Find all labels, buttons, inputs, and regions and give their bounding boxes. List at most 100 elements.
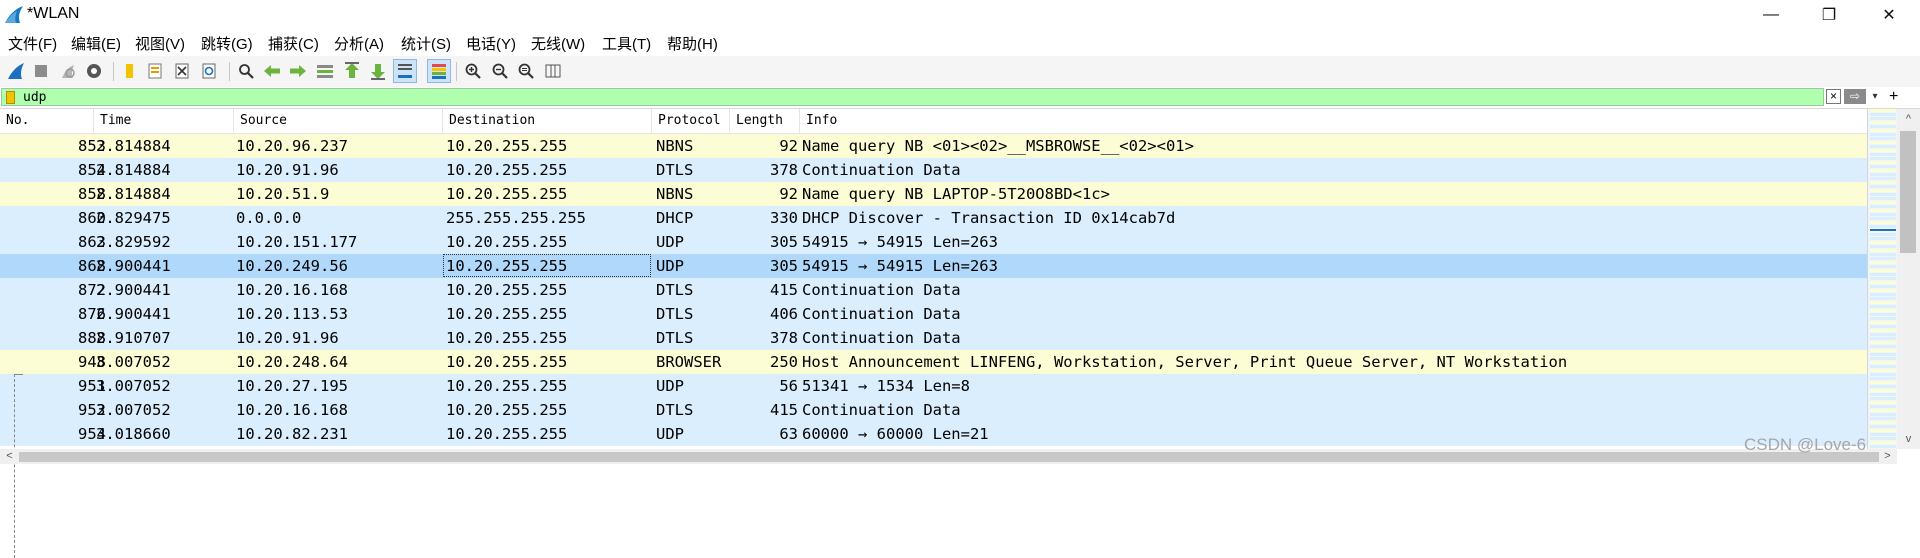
menu-file[interactable]: 文件(F)	[8, 33, 57, 54]
horizontal-scrollbar[interactable]: < >	[0, 449, 1897, 464]
packet-length: 56	[779, 377, 798, 395]
first-packet-icon	[345, 62, 359, 78]
autoscroll-button[interactable]	[393, 59, 417, 83]
menu-help[interactable]: 帮助(H)	[667, 33, 718, 54]
start-capture-button[interactable]	[4, 59, 28, 83]
table-row[interactable]: 858 2.814884 10.20.51.9 10.20.255.255 NBNS 92…	[0, 182, 1867, 206]
zoom-out-button[interactable]	[488, 59, 512, 83]
table-row[interactable]: 863 2.829592 10.20.151.177 10.20.255.255 UDP…	[0, 230, 1867, 254]
clear-filter-icon[interactable]: ×	[1826, 89, 1841, 104]
scroll-left-icon[interactable]: <	[2, 449, 17, 464]
add-filter-button-icon[interactable]: +	[1889, 87, 1898, 106]
normal-size-button[interactable]	[514, 59, 538, 83]
vertical-scrollbar[interactable]: ^ v	[1897, 109, 1920, 449]
table-row-selected[interactable]: 868 2.900441 10.20.249.56 10.20.255.255 UDP 3…	[0, 254, 1867, 278]
column-header-info[interactable]: Info	[800, 109, 1867, 133]
stop-capture-icon	[35, 65, 47, 77]
minimap-stripe	[1870, 261, 1896, 264]
display-filter-input[interactable]: udp	[1, 88, 1824, 106]
menu-telephony[interactable]: 电话(Y)	[466, 33, 516, 54]
minimap-stripe	[1870, 153, 1896, 156]
packet-protocol: NBNS	[656, 185, 694, 203]
go-to-packet-button[interactable]	[313, 59, 337, 83]
close-file-button[interactable]	[170, 59, 194, 83]
colorize-button[interactable]	[427, 59, 451, 83]
packet-no: 863	[78, 233, 106, 251]
capture-options-button[interactable]	[82, 59, 106, 83]
menu-wireless[interactable]: 无线(W)	[531, 33, 585, 54]
menu-analyze[interactable]: 分析(A)	[334, 33, 384, 54]
scroll-right-icon[interactable]: >	[1880, 449, 1895, 464]
minimap-stripe	[1870, 293, 1896, 296]
zoom-in-button[interactable]	[461, 59, 485, 83]
packet-list-minimap[interactable]	[1867, 109, 1898, 449]
go-forward-button[interactable]	[286, 59, 310, 83]
packet-info: Continuation Data	[802, 281, 961, 299]
menu-view[interactable]: 视图(V)	[135, 33, 185, 54]
column-header-protocol[interactable]: Protocol	[652, 109, 730, 133]
minimap-stripe	[1870, 421, 1896, 424]
table-row[interactable]: 853 2.814884 10.20.96.237 10.20.255.255 NBNS…	[0, 134, 1867, 158]
menu-go[interactable]: 跳转(G)	[201, 33, 253, 54]
save-file-button[interactable]	[143, 59, 167, 83]
first-packet-button[interactable]	[340, 59, 364, 83]
minimap-stripe	[1870, 145, 1896, 148]
column-header-destination[interactable]: Destination	[443, 109, 652, 133]
horizontal-scroll-thumb[interactable]	[19, 452, 1879, 462]
minimap-stripe	[1870, 141, 1896, 144]
go-back-button[interactable]	[260, 59, 284, 83]
packet-protocol: DTLS	[656, 305, 694, 323]
table-row[interactable]: 954 3.018660 10.20.82.231 10.20.255.255 UDP 6…	[0, 422, 1867, 446]
packet-source: 10.20.96.237	[236, 137, 348, 155]
packet-protocol: DTLS	[656, 329, 694, 347]
table-row[interactable]: 872 2.900441 10.20.16.168 10.20.255.255 DTLS…	[0, 278, 1867, 302]
reload-file-button[interactable]	[197, 59, 221, 83]
minimap-stripe	[1870, 233, 1896, 236]
table-row[interactable]: 951 3.007052 10.20.27.195 10.20.255.255 UDP 5…	[0, 374, 1867, 398]
restart-capture-button[interactable]	[56, 59, 80, 83]
minimap-stripe	[1870, 129, 1896, 132]
packet-info: Continuation Data	[802, 161, 961, 179]
table-row[interactable]: 888 2.910707 10.20.91.96 10.20.255.255 DTLS 3…	[0, 326, 1867, 350]
minimap-stripe	[1870, 205, 1896, 208]
table-row[interactable]: 948 3.007052 10.20.248.64 10.20.255.255 BROW…	[0, 350, 1867, 374]
menu-tools[interactable]: 工具(T)	[602, 33, 651, 54]
resize-columns-button[interactable]	[541, 59, 565, 83]
packet-time: 3.007052	[96, 377, 171, 395]
table-row[interactable]: 860 2.829475 0.0.0.0 255.255.255.255 DHCP 330…	[0, 206, 1867, 230]
last-packet-button[interactable]	[366, 59, 390, 83]
table-row[interactable]: 952 3.007052 10.20.16.168 10.20.255.255 DTLS…	[0, 398, 1867, 422]
menu-capture[interactable]: 捕获(C)	[268, 33, 319, 54]
scroll-up-icon[interactable]: ^	[1897, 109, 1920, 129]
filter-bookmark-icon[interactable]	[6, 91, 15, 104]
filter-history-dropdown-icon[interactable]: ▾	[1869, 89, 1881, 104]
column-header-source[interactable]: Source	[234, 109, 443, 133]
table-row[interactable]: 876 2.900441 10.20.113.53 10.20.255.255 DTLS…	[0, 302, 1867, 326]
table-row[interactable]: 854 2.814884 10.20.91.96 10.20.255.255 DTLS 3…	[0, 158, 1867, 182]
minimap-stripe	[1870, 445, 1896, 448]
window-title: *WLAN	[27, 5, 80, 22]
minimize-button[interactable]: —	[1742, 0, 1800, 29]
maximize-button[interactable]: ❐	[1800, 0, 1858, 29]
packet-protocol: UDP	[656, 257, 684, 275]
minimap-stripe	[1870, 365, 1896, 368]
find-packet-button[interactable]	[234, 59, 258, 83]
column-header-no[interactable]: No.	[0, 109, 94, 133]
packet-list[interactable]: No. Time Source Destination Protocol Len…	[0, 109, 1867, 558]
stop-capture-button[interactable]	[29, 59, 53, 83]
open-file-button[interactable]	[118, 59, 142, 83]
minimap-stripe	[1870, 329, 1896, 332]
zoom-in-icon	[465, 63, 481, 79]
find-packet-icon	[239, 64, 254, 79]
minimap-stripe	[1870, 249, 1896, 252]
close-icon: ✕	[1882, 6, 1896, 24]
menu-statistics[interactable]: 统计(S)	[401, 33, 451, 54]
menu-edit[interactable]: 编辑(E)	[71, 33, 121, 54]
apply-filter-icon[interactable]: ⇨	[1844, 89, 1866, 104]
scroll-down-icon[interactable]: v	[1897, 429, 1920, 449]
column-header-length[interactable]: Length	[730, 109, 800, 133]
vertical-scroll-thumb[interactable]	[1900, 131, 1916, 253]
column-header-time[interactable]: Time	[94, 109, 234, 133]
close-button[interactable]: ✕	[1858, 0, 1920, 29]
packet-length: 406	[770, 305, 798, 323]
